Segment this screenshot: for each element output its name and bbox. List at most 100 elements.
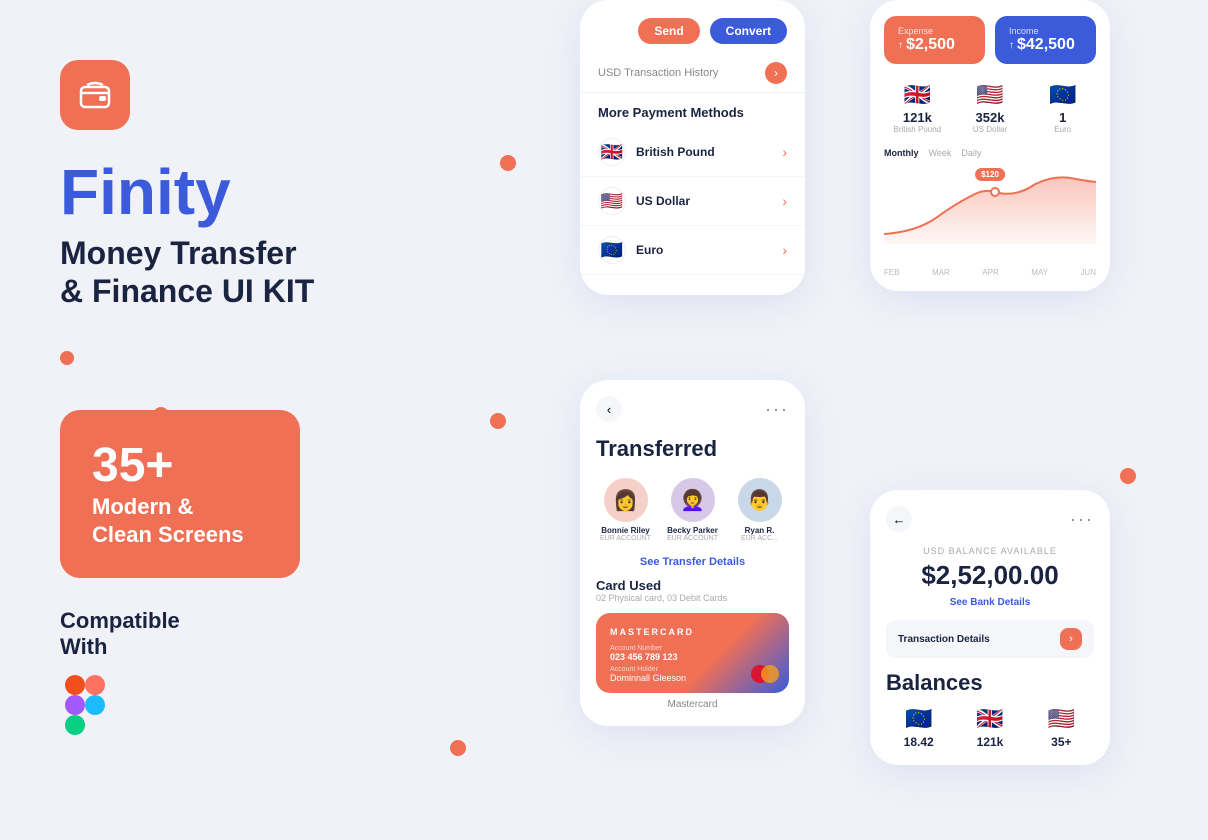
balance-eur-amount: 18.42: [904, 735, 934, 749]
send-button[interactable]: Send: [638, 18, 699, 44]
count-label: Modern & Clean Screens: [92, 494, 244, 548]
balance-usd: 🇺🇸 35+: [1029, 706, 1094, 749]
currency-eur-analytics-amount: 1: [1059, 110, 1066, 125]
usd-chevron: ›: [782, 193, 787, 209]
currency-usd-flag: 🇺🇸: [976, 82, 1003, 108]
payment-item-gbp[interactable]: 🇬🇧 British Pound ›: [580, 128, 805, 177]
avatar-bonnie-img: 👩: [604, 478, 648, 522]
currency-gbp-name: British Pound: [894, 125, 942, 134]
tab-week[interactable]: Week: [929, 148, 952, 158]
income-arrow-icon: ↑: [1009, 40, 1014, 51]
transfer-card: ‹ ··· Transferred 👩 Bonnie Riley EUR ACC…: [580, 380, 805, 726]
txn-history-row: USD Transaction History ›: [580, 54, 805, 93]
avatar-ryan-account: EUR ACC...: [741, 535, 778, 542]
mc-account-label: Account Number: [610, 645, 775, 652]
app-icon: [60, 60, 130, 130]
payment-item-left-eur: 🇪🇺 Euro: [598, 236, 663, 264]
see-transfer-details-link[interactable]: See Transfer Details: [596, 556, 789, 568]
currency-usd-name: US Dollar: [973, 125, 1007, 134]
currency-eur-analytics-name: Euro: [1054, 125, 1071, 134]
txn-details-row: Transaction Details ›: [886, 620, 1094, 658]
usd-name: US Dollar: [636, 194, 690, 208]
avatar-becky: 👩‍🦱 Becky Parker EUR ACCOUNT: [663, 478, 722, 542]
convert-button[interactable]: Convert: [710, 18, 787, 44]
balance-usd-amount: 35+: [1051, 735, 1071, 749]
currency-gbp: 🇬🇧 121k British Pound: [884, 82, 951, 134]
txn-details-label: Transaction Details: [898, 634, 990, 645]
analytics-top: Expense ↑ $2,500 Income ↑ $42,500: [870, 0, 1110, 74]
gbp-chevron: ›: [782, 144, 787, 160]
currency-eur-analytics-flag: 🇪🇺: [1049, 82, 1076, 108]
month-apr: APR: [982, 268, 998, 277]
more-options-icon[interactable]: ···: [765, 399, 789, 420]
avatar-becky-img: 👩‍🦱: [671, 478, 715, 522]
avatar-bonnie-name: Bonnie Riley: [601, 526, 649, 535]
tab-daily[interactable]: Daily: [961, 148, 981, 158]
avatars-row: 👩 Bonnie Riley EUR ACCOUNT 👩‍🦱 Becky Par…: [596, 478, 789, 542]
tab-monthly[interactable]: Monthly: [884, 148, 919, 158]
balances-back-button[interactable]: ←: [886, 506, 912, 532]
balance-eur-flag: 🇪🇺: [905, 706, 932, 732]
card-used-title: Card Used: [596, 578, 789, 593]
income-value: $42,500: [1017, 36, 1075, 54]
income-box: Income ↑ $42,500: [995, 16, 1096, 64]
transferred-title: Transferred: [596, 436, 789, 462]
balances-more-icon[interactable]: ···: [1070, 509, 1094, 530]
left-panel: Finity Money Transfer & Finance UI KIT 3…: [0, 0, 570, 840]
payment-item-eur[interactable]: 🇪🇺 Euro ›: [580, 226, 805, 275]
more-payment-title: More Payment Methods: [580, 93, 805, 128]
avatar-becky-account: EUR ACCOUNT: [667, 535, 718, 542]
decorative-dot-2: [490, 413, 506, 429]
count-box: 35+ Modern & Clean Screens: [60, 410, 300, 578]
balance-eur: 🇪🇺 18.42: [886, 706, 951, 749]
balance-gbp: 🇬🇧 121k: [957, 706, 1022, 749]
transfer-card-nav: ‹ ···: [596, 396, 789, 422]
avatar-becky-name: Becky Parker: [667, 526, 718, 535]
balances-row: 🇪🇺 18.42 🇬🇧 121k 🇺🇸 35+: [886, 706, 1094, 749]
avatar-bonnie: 👩 Bonnie Riley EUR ACCOUNT: [596, 478, 655, 542]
mc-brand: MASTERCARD: [610, 627, 775, 637]
brand-name: Finity: [60, 160, 510, 224]
mc-circle-right: [761, 665, 779, 683]
payment-card-header: Send Convert: [580, 0, 805, 54]
expense-value: $2,500: [906, 36, 955, 54]
count-number: 35+: [92, 438, 268, 493]
compat-label: Compatible With: [60, 608, 510, 660]
card-used-sub: 02 Physical card, 03 Debit Cards: [596, 593, 789, 603]
back-button[interactable]: ‹: [596, 396, 622, 422]
balances-card-nav: ← ···: [886, 506, 1094, 532]
mastercard-label: Mastercard: [596, 699, 789, 710]
gbp-name: British Pound: [636, 145, 715, 159]
balances-card: ← ··· USD BALANCE AVAILABLE $2,52,00.00 …: [870, 490, 1110, 765]
payment-methods-card: Send Convert USD Transaction History › M…: [580, 0, 805, 295]
income-label: Income: [1009, 26, 1082, 36]
expense-box: Expense ↑ $2,500: [884, 16, 985, 64]
currency-usd-amount: 352k: [976, 110, 1005, 125]
payment-item-left-gbp: 🇬🇧 British Pound: [598, 138, 715, 166]
usd-flag: 🇺🇸: [598, 187, 626, 215]
gbp-flag: 🇬🇧: [598, 138, 626, 166]
txn-history-label: USD Transaction History: [598, 67, 718, 79]
month-feb: FEB: [884, 268, 900, 277]
balance-gbp-flag: 🇬🇧: [976, 706, 1003, 732]
usd-balance-label: USD BALANCE AVAILABLE: [886, 546, 1094, 556]
decorative-dot-1: [500, 155, 516, 171]
avatar-ryan-name: Ryan R.: [745, 526, 775, 535]
payment-item-usd[interactable]: 🇺🇸 US Dollar ›: [580, 177, 805, 226]
brand-subtitle: Money Transfer & Finance UI KIT: [60, 234, 510, 311]
currency-eur-analytics: 🇪🇺 1 Euro: [1029, 82, 1096, 134]
see-bank-link[interactable]: See Bank Details: [886, 597, 1094, 608]
eur-flag: 🇪🇺: [598, 236, 626, 264]
balances-title: Balances: [886, 670, 1094, 696]
txn-details-arrow[interactable]: ›: [1060, 628, 1082, 650]
eur-name: Euro: [636, 243, 663, 257]
currency-gbp-amount: 121k: [903, 110, 932, 125]
chart-months: FEB MAR APR MAY JUN: [870, 264, 1110, 281]
currency-row: 🇬🇧 121k British Pound 🇺🇸 352k US Dollar …: [870, 74, 1110, 142]
chart-price-label: $120: [975, 168, 1005, 181]
currency-gbp-flag: 🇬🇧: [904, 82, 931, 108]
expense-label: Expense: [898, 26, 971, 36]
analytics-card: Expense ↑ $2,500 Income ↑ $42,500 🇬🇧 121…: [870, 0, 1110, 291]
txn-history-arrow[interactable]: ›: [765, 62, 787, 84]
accent-dot: [60, 351, 74, 365]
